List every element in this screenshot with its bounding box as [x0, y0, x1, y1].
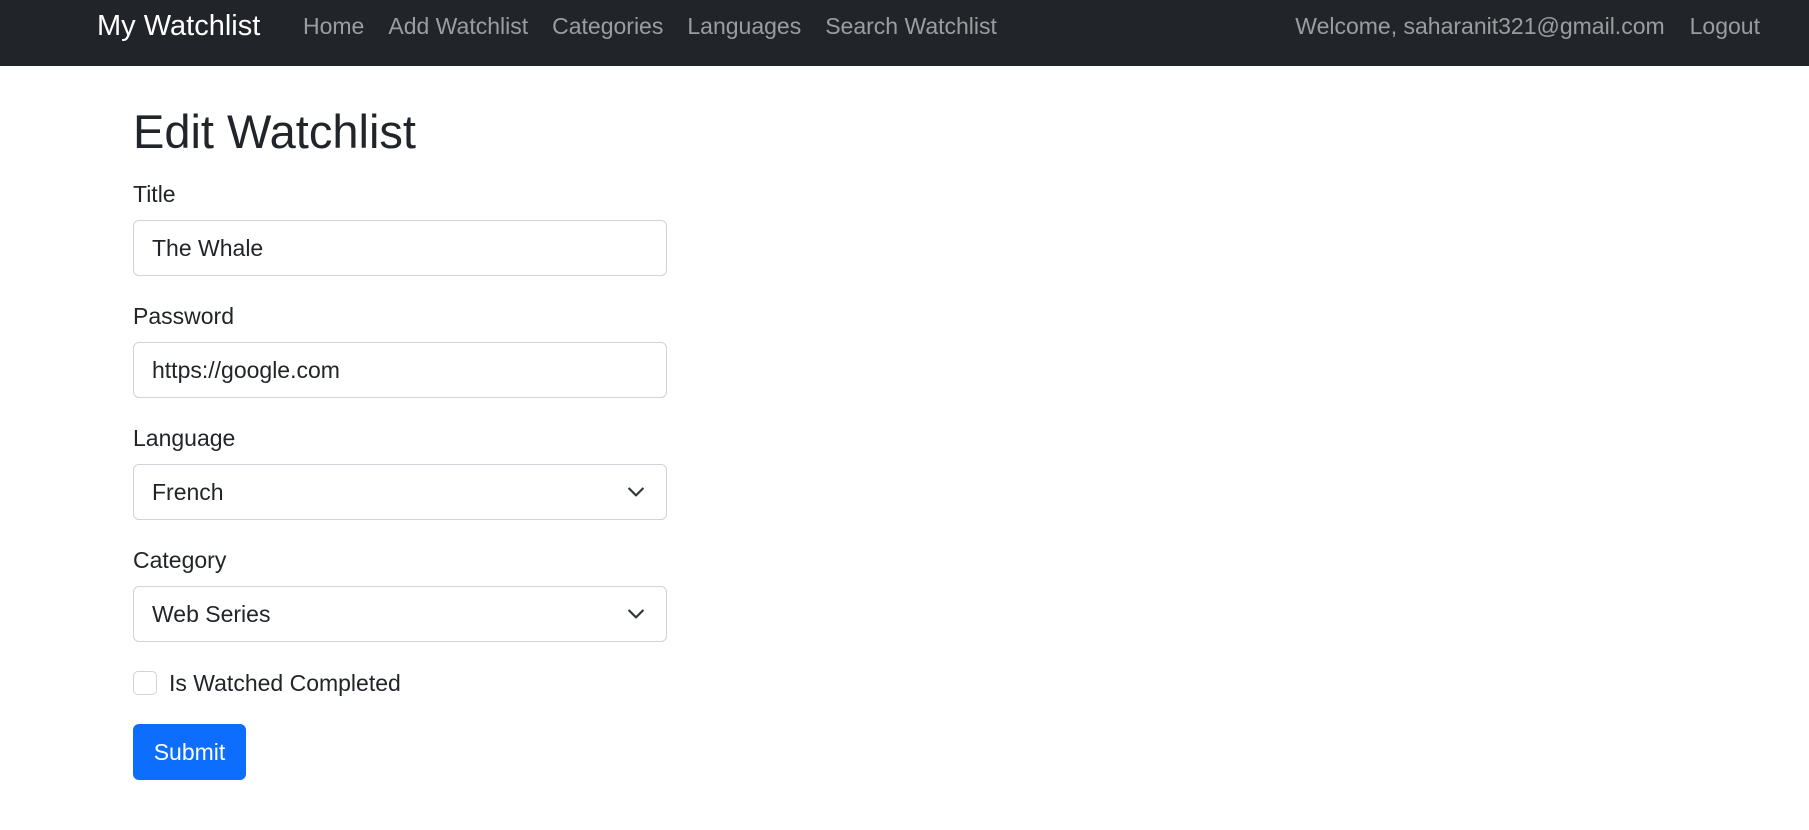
nav-link-languages[interactable]: Languages: [687, 0, 801, 52]
title-input[interactable]: [133, 220, 667, 276]
category-group: Category Web Series: [133, 545, 667, 642]
main-container: Edit Watchlist Title Password Language F…: [133, 66, 667, 780]
watched-checkbox[interactable]: [133, 671, 157, 695]
category-select-wrap: Web Series: [133, 586, 667, 642]
nav-link-search-watchlist[interactable]: Search Watchlist: [825, 0, 997, 52]
welcome-text: Welcome, saharanit321@gmail.com: [1295, 13, 1665, 39]
password-group: Password: [133, 301, 667, 398]
watched-label: Is Watched Completed: [169, 670, 401, 696]
password-label: Password: [133, 303, 234, 329]
nav-links: Home Add Watchlist Categories Languages …: [303, 0, 997, 52]
title-label: Title: [133, 181, 176, 207]
edit-watchlist-form: Title Password Language French Category …: [133, 179, 667, 780]
nav-right: Welcome, saharanit321@gmail.com Logout: [1295, 0, 1760, 52]
nav-link-home[interactable]: Home: [303, 0, 364, 52]
submit-button[interactable]: Submit: [133, 724, 246, 780]
language-label: Language: [133, 425, 236, 451]
navbar: My Watchlist Home Add Watchlist Categori…: [0, 0, 1809, 66]
brand-link[interactable]: My Watchlist: [97, 0, 260, 52]
page-title: Edit Watchlist: [133, 105, 416, 158]
watched-check-row: Is Watched Completed: [133, 668, 667, 698]
title-group: Title: [133, 179, 667, 276]
category-label: Category: [133, 547, 227, 573]
password-input[interactable]: [133, 342, 667, 398]
nav-link-categories[interactable]: Categories: [552, 0, 663, 52]
language-select[interactable]: French: [133, 464, 667, 520]
language-select-wrap: French: [133, 464, 667, 520]
submit-row: Submit: [133, 724, 667, 780]
logout-link[interactable]: Logout: [1690, 0, 1760, 52]
language-group: Language French: [133, 423, 667, 520]
nav-link-add-watchlist[interactable]: Add Watchlist: [388, 0, 528, 52]
category-select[interactable]: Web Series: [133, 586, 667, 642]
